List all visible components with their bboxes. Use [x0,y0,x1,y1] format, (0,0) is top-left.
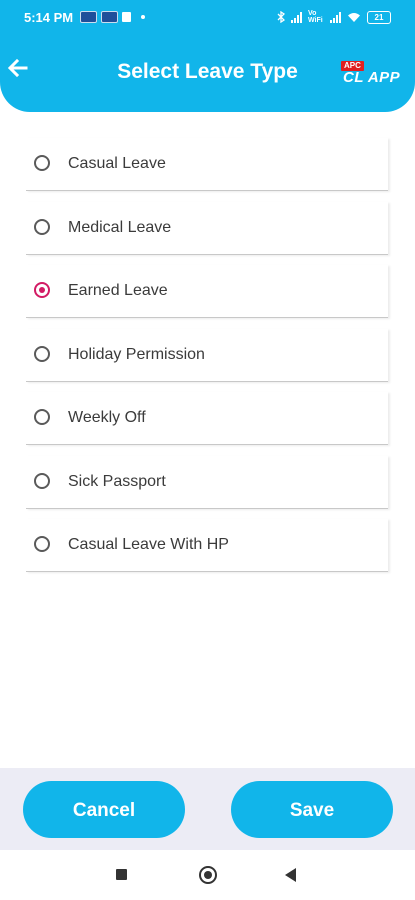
nav-back-icon[interactable] [285,868,296,882]
option-label: Weekly Off [68,409,146,426]
signal-icon [330,11,341,23]
logo-clapp-text: CL APP [343,69,401,86]
radio-button[interactable] [34,472,50,489]
leave-option-casual-with-hp[interactable]: Casual Leave With HP [26,519,388,572]
option-label: Casual Leave With HP [68,536,229,553]
trash-icon [122,12,131,22]
leave-option-sick-passport[interactable]: Sick Passport [26,455,388,509]
leave-option-earned[interactable]: Earned Leave [26,265,388,318]
option-label: Sick Passport [68,472,166,490]
system-icons: Vo WiFi 21 [277,10,391,24]
save-button[interactable]: Save [231,781,393,838]
status-bar: 5:14 PM Vo WiFi 21 [0,0,415,36]
signal-icon [291,11,302,23]
bluetooth-icon [277,11,285,23]
option-label: Casual Leave [68,155,166,172]
more-notifications-icon [141,15,145,19]
notification-icons [80,11,145,23]
app-notification-icon [80,11,97,23]
radio-button-selected[interactable] [34,282,50,298]
radio-button[interactable] [34,218,50,235]
home-icon[interactable] [199,866,217,884]
leave-option-casual[interactable]: Casual Leave [26,138,388,191]
radio-button[interactable] [34,345,50,362]
radio-button[interactable] [34,155,50,171]
battery-icon: 21 [367,10,391,24]
option-label: Holiday Permission [68,345,205,363]
leave-option-weekly-off[interactable]: Weekly Off [26,392,388,445]
status-time: 5:14 PM [24,10,74,25]
network-label: Vo WiFi [308,10,323,24]
app-header: Select Leave Type APC CL APP [0,36,415,112]
system-nav-bar [0,850,415,900]
app-logo: APC CL APP [341,61,405,87]
bottom-action-bar: Cancel Save [0,768,415,850]
option-label: Medical Leave [68,218,172,236]
leave-option-holiday-permission[interactable]: Holiday Permission [26,328,388,382]
wifi-icon [348,13,360,22]
option-label: Earned Leave [68,282,168,299]
radio-button[interactable] [34,409,50,425]
leave-option-medical[interactable]: Medical Leave [26,201,388,255]
leave-type-list: Casual Leave Medical Leave Earned Leave … [26,138,388,583]
recent-apps-icon[interactable] [116,869,127,880]
app-notification-icon [101,11,118,23]
cancel-button[interactable]: Cancel [23,781,185,838]
radio-button[interactable] [34,536,50,552]
